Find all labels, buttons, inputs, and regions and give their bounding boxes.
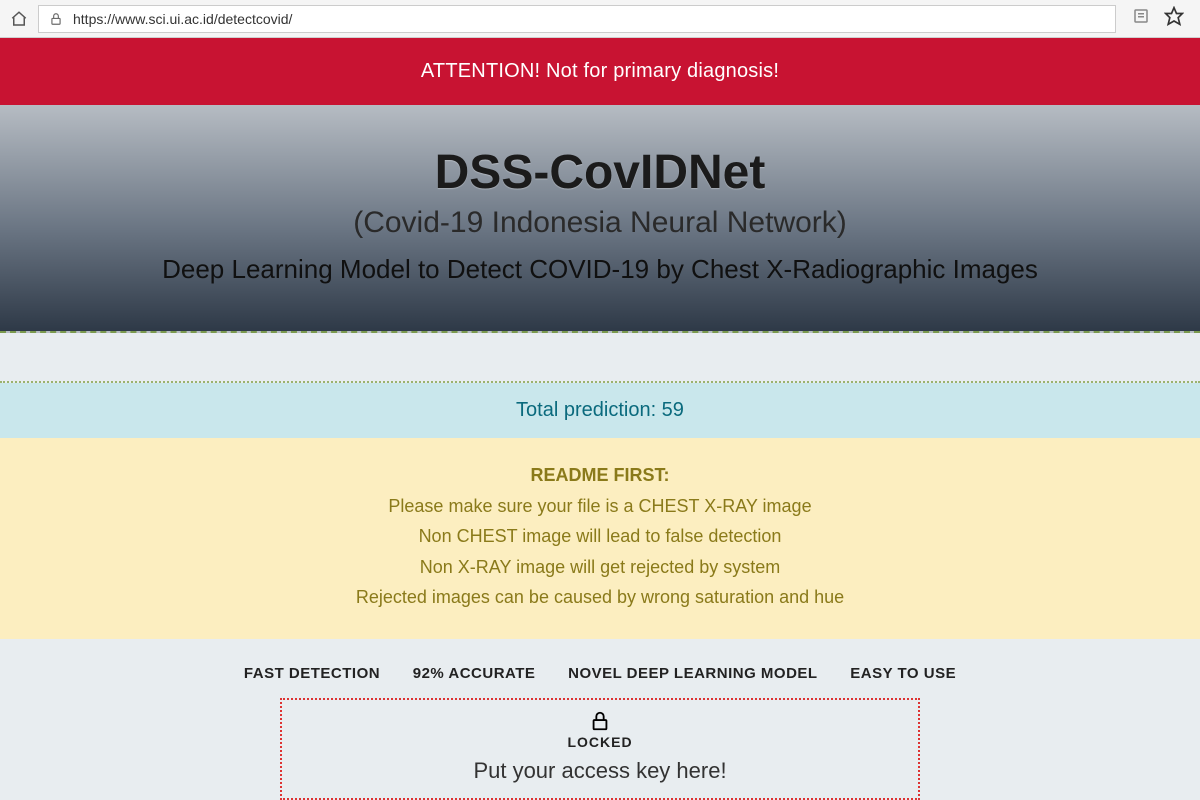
hero-section: DSS-CovIDNet (Covid-19 Indonesia Neural … bbox=[0, 105, 1200, 333]
feature-item: FAST DETECTION bbox=[244, 665, 380, 682]
access-key-panel[interactable]: LOCKED Put your access key here! bbox=[280, 698, 920, 800]
readme-panel: README FIRST: Please make sure your file… bbox=[0, 438, 1200, 639]
feature-item: EASY TO USE bbox=[850, 665, 956, 682]
browser-toolbar: https://www.sci.ui.ac.id/detectcovid/ bbox=[0, 0, 1200, 38]
lock-icon bbox=[302, 710, 898, 732]
star-icon[interactable] bbox=[1164, 6, 1184, 31]
lock-icon bbox=[47, 10, 65, 28]
page-tagline: Deep Learning Model to Detect COVID-19 b… bbox=[20, 254, 1180, 285]
readme-title: README FIRST: bbox=[20, 460, 1180, 491]
page-title: DSS-CovIDNet bbox=[20, 145, 1180, 200]
feature-item: NOVEL DEEP LEARNING MODEL bbox=[568, 665, 817, 682]
access-key-prompt: Put your access key here! bbox=[302, 758, 898, 784]
reader-icon[interactable] bbox=[1132, 7, 1150, 30]
total-prediction-label: Total prediction: 59 bbox=[516, 399, 684, 421]
feature-list: FAST DETECTION 92% ACCURATE NOVEL DEEP L… bbox=[0, 639, 1200, 694]
readme-line: Rejected images can be caused by wrong s… bbox=[20, 582, 1180, 613]
banner-text: ATTENTION! Not for primary diagnosis! bbox=[421, 60, 779, 82]
address-bar[interactable]: https://www.sci.ui.ac.id/detectcovid/ bbox=[38, 5, 1116, 33]
home-icon[interactable] bbox=[10, 10, 28, 28]
total-prediction-bar: Total prediction: 59 bbox=[0, 383, 1200, 438]
page-subtitle: (Covid-19 Indonesia Neural Network) bbox=[20, 206, 1180, 240]
locked-label: LOCKED bbox=[302, 734, 898, 750]
url-text: https://www.sci.ui.ac.id/detectcovid/ bbox=[73, 11, 292, 27]
toolbar-right bbox=[1126, 6, 1190, 31]
readme-line: Non X-RAY image will get rejected by sys… bbox=[20, 552, 1180, 583]
divider-gap bbox=[0, 333, 1200, 383]
attention-banner: ATTENTION! Not for primary diagnosis! bbox=[0, 38, 1200, 105]
readme-line: Non CHEST image will lead to false detec… bbox=[20, 521, 1180, 552]
feature-item: 92% ACCURATE bbox=[413, 665, 536, 682]
readme-line: Please make sure your file is a CHEST X-… bbox=[20, 491, 1180, 522]
